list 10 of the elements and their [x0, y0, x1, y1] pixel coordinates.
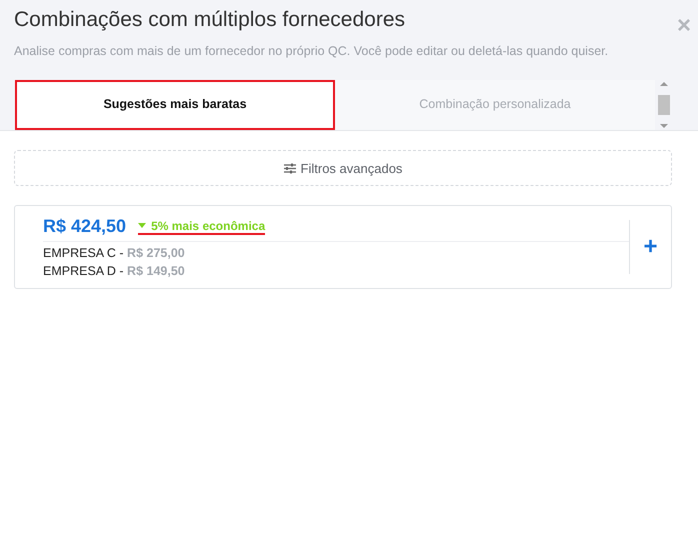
- supplier-line: EMPRESA C - R$ 275,00: [43, 246, 186, 260]
- sliders-icon: [284, 162, 296, 174]
- tab[interactable]: Sugestões mais baratas: [15, 80, 335, 130]
- savings-label: 5% mais econômica: [138, 218, 266, 234]
- total-price: R$ 424,50: [43, 216, 126, 237]
- advanced-filters-button[interactable]: Filtros avançados: [14, 150, 672, 186]
- down-triangle-icon: [138, 223, 146, 228]
- modal-title: Combinações com múltiplos fornecedores: [14, 7, 406, 33]
- supplier-line: EMPRESA D - R$ 149,50: [43, 264, 186, 278]
- modal-subtitle: Analise compras com mais de um fornecedor no próprio QC. Você pode editar ou deletá-las quando quiser.: [14, 44, 610, 58]
